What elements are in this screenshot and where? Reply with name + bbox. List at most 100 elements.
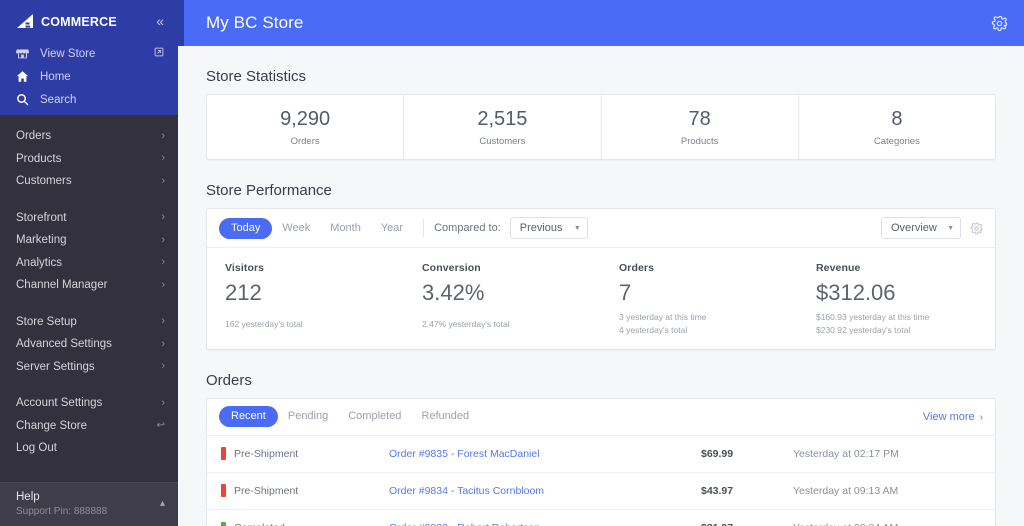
metric-subtexts: 2.47% yesterday's total (422, 318, 601, 330)
sidebar-item-view-store[interactable]: View Store (0, 42, 178, 65)
sidebar-item-label: Storefront (16, 211, 67, 224)
tab-recent[interactable]: Recent (219, 406, 278, 428)
home-icon (16, 70, 29, 83)
search-icon (16, 93, 29, 106)
brand-text: COMMERCE (41, 15, 117, 29)
range-tab-today[interactable]: Today (219, 217, 273, 239)
sidebar-item-change-store[interactable]: Change Store ↩ (0, 415, 178, 438)
stat-label: Customers (479, 135, 526, 147)
tab-completed[interactable]: Completed (338, 406, 411, 427)
switch-icon: ↩ (156, 419, 165, 431)
metric-label: Revenue (816, 262, 861, 274)
sidebar-item-search[interactable]: Search (0, 88, 178, 111)
sidebar-item-store-setup[interactable]: Store Setup › (0, 311, 178, 334)
sidebar-item-account-settings[interactable]: Account Settings › (0, 392, 178, 415)
stat-value: 2,515 (477, 107, 528, 130)
view-more-link[interactable]: View more › (923, 411, 983, 423)
metric-value: $312.06 (816, 280, 896, 305)
sidebar-item-products[interactable]: Products › (0, 148, 178, 171)
sidebar-divider (0, 193, 178, 207)
chevron-double-left-icon[interactable]: « (156, 14, 164, 28)
bigcommerce-logo[interactable]: COMMERCE (16, 13, 117, 29)
chevron-right-icon: › (161, 278, 165, 291)
store-statistics-card: 9,290 Orders 2,515 Customers 78 Products… (206, 94, 996, 160)
sidebar-item-server-settings[interactable]: Server Settings › (0, 356, 178, 379)
gear-icon[interactable] (970, 222, 983, 235)
order-link[interactable]: Order #9834 - Tacitus Cornbloom (389, 485, 701, 497)
sidebar-item-label: Account Settings (16, 397, 103, 410)
range-tab-week[interactable]: Week (272, 218, 320, 239)
performance-toolbar: Today Week Month Year Compared to: Previ… (207, 209, 995, 248)
sidebar-item-label: Customers (16, 175, 72, 188)
sidebar-item-customers[interactable]: Customers › (0, 170, 178, 193)
sidebar-item-log-out[interactable]: Log Out (0, 437, 178, 460)
order-amount: $69.99 (701, 447, 734, 460)
chevron-up-icon[interactable]: ▴ (160, 498, 165, 509)
metric-subtexts: 3 yesterday at this time 4 yesterday's t… (619, 311, 798, 336)
compared-to-select[interactable]: Previous ▼ (509, 217, 588, 239)
sidebar: COMMERCE « View Store Home Search Orders… (0, 0, 178, 526)
sidebar-item-channel-manager[interactable]: Channel Manager › (0, 274, 178, 297)
sidebar-item-analytics[interactable]: Analytics › (0, 252, 178, 275)
metric-value: 3.42% (422, 280, 485, 305)
tab-refunded[interactable]: Refunded (411, 406, 479, 427)
sidebar-item-label: Server Settings (16, 360, 95, 373)
stat-label: Categories (873, 135, 920, 147)
metric-revenue: Revenue $312.06 $160.93 yesterday at thi… (798, 262, 995, 336)
store-icon (16, 47, 29, 60)
metric-subtexts: $160.93 yesterday at this time $230.92 y… (816, 311, 995, 336)
order-amount: $81.97 (701, 522, 793, 526)
metric-subtext: 162 yesterday's total (225, 319, 303, 330)
sidebar-group-setup: Store Setup › Advanced Settings › Server… (0, 311, 178, 379)
order-status: Pre-Shipment (221, 447, 389, 461)
stat-products: 78 Products (602, 95, 799, 159)
order-amount: $43.97 (701, 484, 734, 497)
gear-icon[interactable] (991, 15, 1008, 32)
table-row[interactable]: Pre-Shipment Order #9835 - Forest MacDan… (207, 436, 995, 473)
order-link[interactable]: Order #9833 - Robert Robertson (389, 522, 701, 526)
metric-subtext: $160.93 yesterday at this time (816, 312, 930, 323)
page-title: My BC Store (206, 13, 304, 32)
support-pin: Support Pin: 888888 (16, 506, 108, 517)
order-date: Yesterday at 09:13 AM (793, 484, 899, 497)
sidebar-item-label: Analytics (16, 256, 63, 269)
sidebar-item-advanced-settings[interactable]: Advanced Settings › (0, 333, 178, 356)
order-status: Completed (221, 521, 389, 526)
sidebar-item-marketing[interactable]: Marketing › (0, 229, 178, 252)
stat-orders: 9,290 Orders (207, 95, 405, 159)
sidebar-help-panel[interactable]: Help Support Pin: 888888 ▴ (0, 481, 178, 526)
orders-heading: Orders (206, 371, 252, 389)
compared-to-label: Compared to: (434, 222, 501, 234)
bigcommerce-mark-icon (16, 13, 40, 29)
chevron-right-icon: › (161, 315, 165, 328)
sidebar-item-label: Products (16, 152, 62, 165)
sidebar-item-label: Store Setup (16, 315, 77, 328)
main-area: My BC Store Store Statistics 9,290 Order… (178, 0, 1024, 526)
chevron-down-icon: ▼ (947, 224, 954, 232)
sidebar-item-home[interactable]: Home (0, 65, 178, 88)
table-row[interactable]: Completed Order #9833 - Robert Robertson… (207, 510, 995, 526)
sidebar-item-storefront[interactable]: Storefront › (0, 207, 178, 230)
performance-toolbar-right: Overview ▼ (881, 217, 983, 239)
table-row[interactable]: Pre-Shipment Order #9834 - Tacitus Cornb… (207, 473, 995, 510)
chevron-right-icon: › (161, 396, 165, 409)
orders-tabs: Recent Pending Completed Refunded View m… (207, 399, 995, 436)
status-badge (221, 484, 226, 498)
sidebar-item-label: Advanced Settings (16, 338, 112, 351)
sidebar-item-orders[interactable]: Orders › (0, 125, 178, 148)
chevron-right-icon: › (161, 211, 165, 224)
chevron-right-icon: › (161, 360, 165, 373)
range-tab-year[interactable]: Year (371, 218, 413, 239)
metric-label: Visitors (225, 262, 265, 274)
chevron-down-icon: ▼ (573, 224, 581, 232)
view-select[interactable]: Overview ▼ (881, 217, 961, 239)
range-tab-month[interactable]: Month (320, 218, 371, 239)
sidebar-divider (0, 378, 178, 392)
sidebar-item-label: Log Out (16, 442, 57, 455)
toolbar-divider (423, 219, 425, 237)
order-link[interactable]: Order #9835 - Forest MacDaniel (389, 448, 701, 460)
sidebar-item-label: Search (40, 93, 77, 106)
stat-label: Orders (290, 135, 320, 147)
view-more-label: View more (922, 410, 975, 423)
tab-pending[interactable]: Pending (278, 406, 338, 427)
